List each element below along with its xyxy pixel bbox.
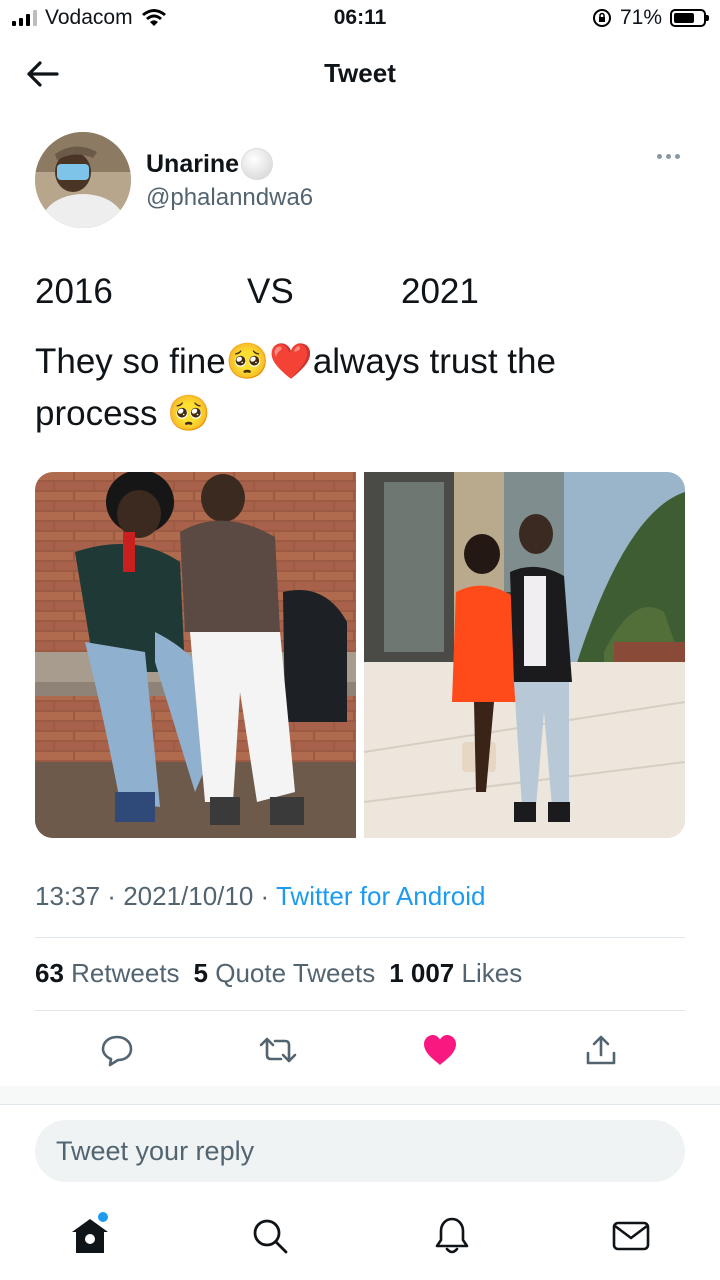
battery-icon [670, 9, 709, 27]
reply-icon [101, 1035, 133, 1067]
page-title: Tweet [324, 58, 396, 88]
avatar-image [35, 132, 131, 228]
likes-stat[interactable]: 1 007 Likes [389, 958, 522, 989]
like-icon [424, 1035, 456, 1065]
battery-fill [674, 13, 694, 23]
badge-icon [241, 148, 274, 180]
year-left: 2016 [35, 272, 113, 311]
tab-messages[interactable] [609, 1214, 653, 1258]
section-gap [0, 1086, 720, 1104]
home-badge [98, 1212, 108, 1222]
tweet-source-link[interactable]: Twitter for Android [276, 881, 486, 911]
home-icon [72, 1219, 108, 1253]
orientation-lock-icon [592, 9, 611, 27]
author-name-text: Unarine [146, 149, 240, 178]
tab-home[interactable] [68, 1212, 112, 1258]
battery-percent: 71% [619, 6, 662, 29]
quote-tweets-stat[interactable]: 5 Quote Tweets [194, 958, 376, 989]
more-options-button[interactable] [653, 150, 684, 163]
notifications-icon [435, 1217, 469, 1254]
photo-2021-image [364, 472, 685, 838]
tweet-text: They so fine🥺❤️always trust the process … [35, 336, 685, 440]
author-name[interactable]: Unarine [146, 148, 274, 180]
tab-search[interactable] [248, 1214, 292, 1258]
quote-tweets-label: Quote Tweets [215, 958, 376, 988]
likes-count: 1 007 [389, 958, 455, 988]
reply-input[interactable] [35, 1120, 685, 1182]
more-dot-icon [657, 154, 662, 159]
header: Tweet [0, 40, 720, 106]
retweets-stat[interactable]: 63 Retweets [35, 958, 180, 989]
photo-2016[interactable] [35, 472, 356, 838]
retweets-label: Retweets [71, 958, 180, 988]
quote-tweets-count: 5 [193, 958, 209, 988]
more-dot-icon [666, 154, 671, 159]
divider [35, 1010, 685, 1011]
retweets-count: 63 [35, 958, 64, 988]
retweet-icon [259, 1037, 297, 1063]
tweet-media [35, 472, 685, 838]
tweet-date: 2021/10/10 [123, 881, 254, 911]
status-right: 71% [592, 6, 709, 30]
likes-label: Likes [461, 958, 523, 988]
bottom-tab-bar [0, 1200, 720, 1280]
share-button[interactable] [579, 1028, 623, 1072]
search-icon [253, 1219, 288, 1254]
photo-2016-image [35, 472, 356, 838]
tweet-text-line-3: process 🥺 [35, 394, 211, 433]
tweet-text-line-2: They so fine🥺❤️always trust the [35, 342, 556, 381]
status-bar: Vodacom 06:11 71% [0, 0, 720, 40]
avatar[interactable] [35, 132, 131, 228]
reply-button[interactable] [95, 1028, 139, 1072]
photo-2021[interactable] [364, 472, 685, 838]
like-button[interactable] [418, 1028, 462, 1072]
tweet-text-line-1: 2016 VS 2021 [35, 272, 685, 316]
share-icon [586, 1035, 616, 1065]
divider [0, 1104, 720, 1105]
year-right: 2021 [401, 272, 479, 311]
tweet-time: 13:37 [35, 881, 101, 911]
divider [35, 937, 685, 938]
tweet-stats: 63 Retweets 5 Quote Tweets 1 007 Likes [35, 958, 522, 989]
author-handle[interactable]: @phalanndwa6 [146, 184, 313, 212]
retweet-button[interactable] [256, 1028, 300, 1072]
messages-icon [612, 1221, 650, 1251]
tweet-actions [0, 1028, 720, 1072]
versus-text: VS [247, 272, 294, 311]
tweet-meta: 13:37 · 2021/10/10 · Twitter for Android [35, 881, 486, 911]
tab-notifications[interactable] [430, 1214, 474, 1258]
more-dot-icon [675, 154, 680, 159]
